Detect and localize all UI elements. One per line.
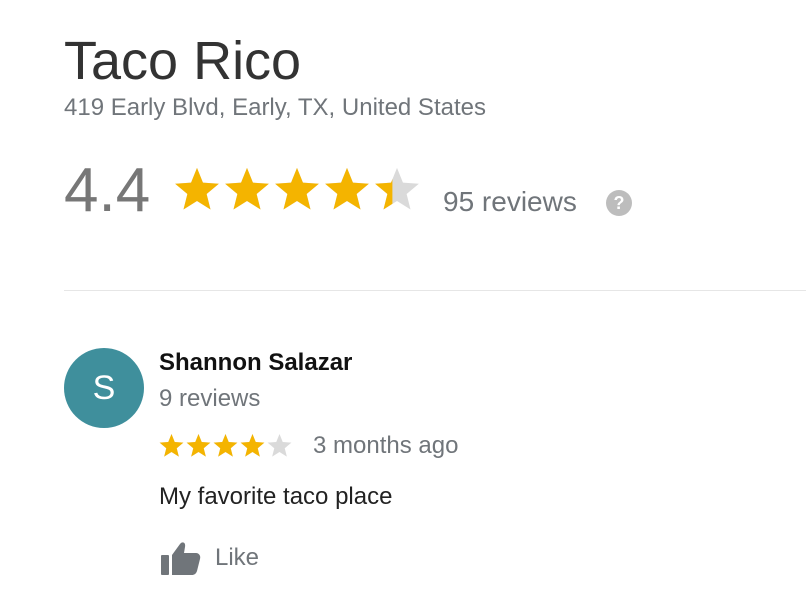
- reviewer-name[interactable]: Shannon Salazar: [159, 348, 352, 378]
- star-icon: [274, 166, 320, 212]
- like-button[interactable]: Like: [159, 536, 259, 580]
- place-reviews-panel: Taco Rico 419 Early Blvd, Early, TX, Uni…: [0, 0, 806, 614]
- review-star-rating: [159, 433, 294, 458]
- star-icon: [324, 166, 370, 212]
- star-icon: [267, 433, 292, 458]
- rating-summary: 4.4 95 reviews ?: [64, 158, 784, 228]
- star-icon: [224, 166, 270, 212]
- help-icon[interactable]: ?: [606, 190, 632, 216]
- review-text: My favorite taco place: [159, 483, 393, 510]
- star-icon: [213, 433, 238, 458]
- reviewer-review-count: 9 reviews: [159, 385, 261, 412]
- star-icon: [174, 166, 220, 212]
- overall-star-rating: [174, 166, 424, 212]
- total-review-count[interactable]: 95 reviews: [443, 186, 577, 218]
- like-label: Like: [215, 544, 260, 571]
- star-icon: [186, 433, 211, 458]
- rating-value: 4.4: [64, 156, 151, 225]
- thumbs-up-icon: [159, 536, 203, 580]
- review-time: 3 months ago: [313, 432, 459, 459]
- avatar[interactable]: S: [64, 348, 144, 428]
- star-icon: [374, 166, 420, 212]
- divider: [64, 290, 806, 291]
- star-icon: [240, 433, 265, 458]
- place-address: 419 Early Blvd, Early, TX, United States: [64, 94, 486, 121]
- place-title: Taco Rico: [64, 31, 302, 91]
- star-icon: [159, 433, 184, 458]
